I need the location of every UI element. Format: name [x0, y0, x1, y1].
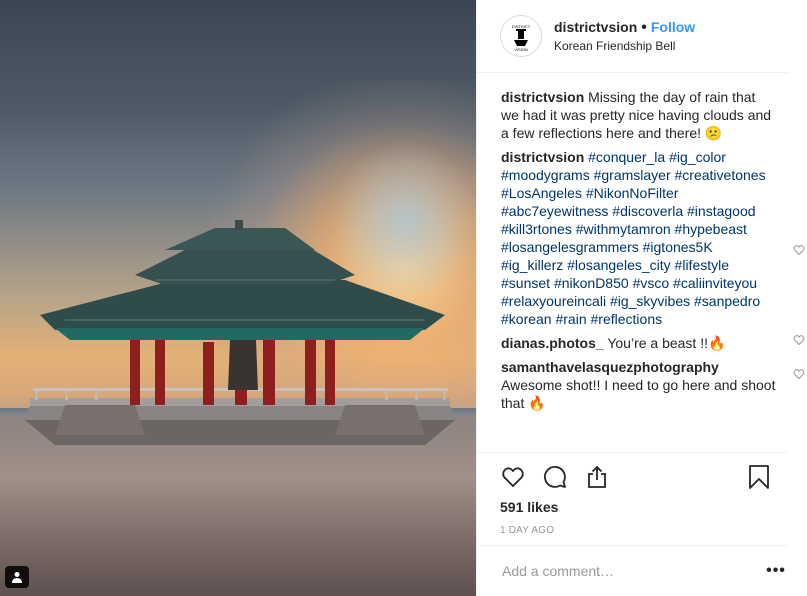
- instagram-post: DISTRICT VISION districtvsion • Follow Kor…: [0, 0, 807, 596]
- likes-count[interactable]: 591 likes: [500, 499, 788, 515]
- hashtag-link[interactable]: #caliinviteyou: [673, 275, 757, 291]
- action-icons: [500, 453, 788, 501]
- hashtag-link[interactable]: #ig_killerz: [501, 257, 563, 273]
- hashtag-link[interactable]: #igtones5K: [643, 239, 713, 255]
- post-photo[interactable]: [0, 0, 476, 596]
- comment-input[interactable]: [500, 562, 764, 580]
- share-button[interactable]: [584, 464, 610, 490]
- hashtag-link[interactable]: #gramslayer: [594, 167, 671, 183]
- separator-dot: •: [641, 18, 647, 36]
- save-button[interactable]: [746, 464, 772, 490]
- add-comment-bar: •••: [477, 545, 788, 596]
- post-actions: 591 likes 1 DAY AGO: [477, 452, 788, 536]
- hashtag-link[interactable]: #hypebeast: [675, 221, 747, 237]
- post-header: DISTRICT VISION districtvsion • Follow Kor…: [477, 0, 787, 73]
- pavilion-illustration: [25, 220, 455, 445]
- comment-username[interactable]: samanthavelasquezphotography: [501, 359, 719, 375]
- hashtag-link[interactable]: #losangeles_city: [567, 257, 671, 273]
- comment-samantha: samanthavelasquezphotography Awesome sho…: [501, 358, 805, 412]
- hashtag-link[interactable]: #reflections: [591, 311, 663, 327]
- like-comment-heart-icon[interactable]: [793, 368, 805, 380]
- tagged-users-button[interactable]: [5, 566, 29, 588]
- hashtag-comment: districtvsion #conquer_la #ig_color #moo…: [501, 148, 805, 328]
- hashtag-link[interactable]: #ig_skyvibes: [610, 293, 690, 309]
- comment-text: You’re a beast !!🔥: [607, 335, 726, 351]
- hashtag-link[interactable]: #vsco: [633, 275, 670, 291]
- hashtag-link[interactable]: #losangelesgrammers: [501, 239, 639, 255]
- comment-icon: [544, 466, 566, 488]
- comment-dianas: dianas.photos_ You’re a beast !!🔥: [501, 334, 805, 352]
- comment-button[interactable]: [542, 464, 568, 490]
- post-timestamp[interactable]: 1 DAY AGO: [500, 525, 788, 536]
- hashtag-link[interactable]: #korean: [501, 311, 552, 327]
- more-options-icon[interactable]: •••: [764, 562, 788, 580]
- post-username[interactable]: districtvsion: [554, 19, 637, 35]
- header-text: districtvsion • Follow Korean Friendship B…: [554, 18, 695, 55]
- hashtag-link[interactable]: #withmytamron: [576, 221, 671, 237]
- svg-text:DISTRICT: DISTRICT: [512, 24, 531, 29]
- hashtag-link[interactable]: #creativetones: [675, 167, 766, 183]
- comment-username[interactable]: dianas.photos_: [501, 335, 604, 351]
- post-location[interactable]: Korean Friendship Bell: [554, 37, 695, 55]
- svg-text:VISION: VISION: [514, 47, 528, 52]
- hashtag-link[interactable]: #NikonNoFilter: [586, 185, 679, 201]
- comment-username[interactable]: districtvsion: [501, 89, 584, 105]
- hashtag-link[interactable]: #moodygrams: [501, 167, 590, 183]
- hashtag-link[interactable]: #nikonD850: [554, 275, 629, 291]
- comment-text: Awesome shot!! I need to go here and sho…: [501, 377, 776, 411]
- follow-button[interactable]: Follow: [651, 19, 695, 35]
- hashtag-link[interactable]: #discoverla: [612, 203, 683, 219]
- hashtag-link[interactable]: #rain: [555, 311, 586, 327]
- header-top-line: districtvsion • Follow: [554, 18, 695, 37]
- heart-icon: [502, 467, 524, 487]
- hashtag-link[interactable]: #kill3rtones: [501, 221, 572, 237]
- share-icon: [588, 465, 606, 488]
- like-button[interactable]: [500, 464, 526, 490]
- caption-comment: districtvsion Missing the day of rain th…: [501, 88, 791, 142]
- like-comment-heart-icon[interactable]: [793, 334, 805, 346]
- hashtag-link[interactable]: #conquer_la: [588, 149, 665, 165]
- comment-username[interactable]: districtvsion: [501, 149, 584, 165]
- hashtag-link[interactable]: #sunset: [501, 275, 550, 291]
- comments-list: districtvsion Missing the day of rain th…: [501, 88, 805, 418]
- avatar-logo: DISTRICT VISION: [512, 24, 531, 52]
- user-tag-icon: [12, 572, 22, 583]
- post-details-panel: DISTRICT VISION districtvsion • Follow Kor…: [476, 0, 807, 596]
- hashtag-link[interactable]: #sanpedro: [694, 293, 760, 309]
- bookmark-icon: [749, 465, 769, 489]
- hashtag-link[interactable]: #relaxyoureincali: [501, 293, 606, 309]
- avatar[interactable]: DISTRICT VISION: [500, 15, 542, 57]
- hashtag-link[interactable]: #abc7eyewitness: [501, 203, 608, 219]
- hashtag-link[interactable]: #ig_color: [669, 149, 726, 165]
- hashtag-link[interactable]: #instagood: [687, 203, 756, 219]
- hashtag-link[interactable]: #lifestyle: [675, 257, 729, 273]
- hashtag-link[interactable]: #LosAngeles: [501, 185, 582, 201]
- like-comment-heart-icon[interactable]: [793, 244, 805, 256]
- hashtag-list: #conquer_la #ig_color #moodygrams #grams…: [501, 149, 766, 327]
